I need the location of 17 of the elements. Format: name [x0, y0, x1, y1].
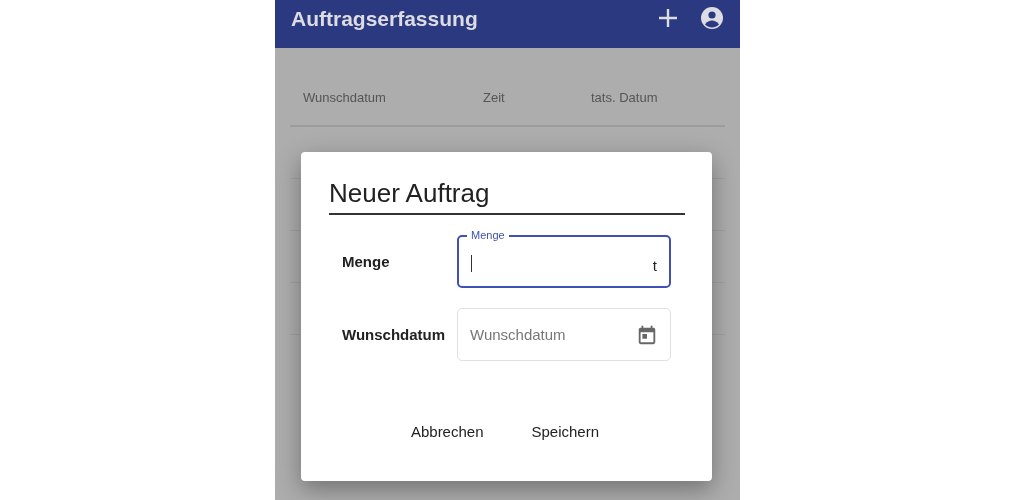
column-header: Wunschdatum — [303, 90, 386, 105]
date-field[interactable]: Wunschdatum — [457, 308, 671, 361]
add-icon[interactable] — [656, 6, 680, 30]
calendar-icon[interactable] — [636, 323, 658, 346]
app-title: Auftragserfassung — [291, 7, 479, 31]
dialog-button[interactable]: Abbrechen — [410, 419, 484, 444]
dialog-button[interactable]: Speichern — [531, 419, 600, 444]
unit-suffix: t — [652, 257, 657, 274]
text-cursor — [471, 255, 472, 272]
dialog-title: Neuer Auftrag — [329, 178, 685, 215]
field-label: Menge — [342, 253, 390, 270]
column-header: tats. Datum — [591, 90, 658, 105]
column-header: Zeit — [483, 90, 505, 105]
account-icon[interactable] — [700, 6, 724, 30]
placeholder: Wunschdatum — [470, 326, 566, 343]
floating-label: Menge — [467, 229, 509, 241]
field-label: Wunschdatum — [342, 326, 446, 343]
